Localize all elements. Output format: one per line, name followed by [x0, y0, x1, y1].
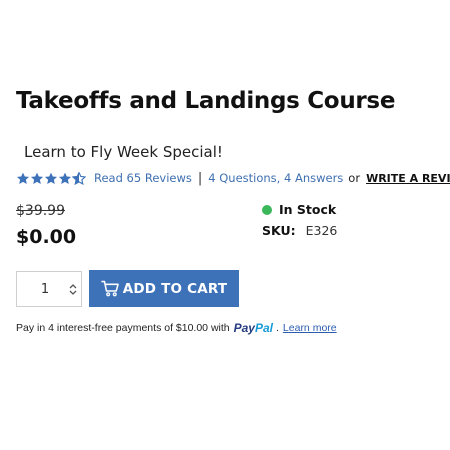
- paypal-period: .: [276, 322, 279, 334]
- original-price: $39.99: [16, 203, 65, 219]
- questions-answers-link[interactable]: 4 Questions, 4 Answers: [208, 171, 343, 185]
- add-to-cart-button[interactable]: ADD TO CART: [89, 270, 239, 307]
- cart-icon: [100, 280, 119, 297]
- quantity-stepper[interactable]: [16, 271, 82, 307]
- paypal-logo: PayPal: [233, 321, 273, 335]
- half-star-icon: [72, 171, 86, 185]
- stock-status: In Stock: [262, 202, 336, 217]
- product-title: Takeoffs and Landings Course: [16, 88, 396, 114]
- status-dot-icon: [262, 204, 272, 215]
- star-rating[interactable]: [16, 171, 86, 185]
- star-icon: [44, 172, 58, 184]
- learn-more-link[interactable]: Learn more: [283, 322, 337, 334]
- star-icon: [30, 172, 44, 184]
- review-summary: Read 65 Reviews | 4 Questions, 4 Answers…: [16, 170, 450, 186]
- star-icon: [58, 172, 72, 184]
- star-icon: [16, 172, 30, 184]
- link-separator: |: [197, 170, 203, 186]
- quantity-input[interactable]: [25, 281, 65, 297]
- product-subtitle: Learn to Fly Week Special!: [24, 143, 223, 161]
- read-reviews-link[interactable]: Read 65 Reviews: [94, 171, 192, 185]
- add-to-cart-label: ADD TO CART: [122, 280, 228, 297]
- sku: SKU: E326: [262, 223, 337, 238]
- or-text: or: [348, 171, 361, 185]
- stock-status-label: In Stock: [279, 202, 337, 217]
- spinner-arrows-icon[interactable]: [69, 283, 77, 296]
- sku-value: E326: [305, 223, 338, 238]
- paypal-installment-text: Pay in 4 interest-free payments of $10.0…: [16, 322, 230, 334]
- write-review-link[interactable]: WRITE A REVIEW: [366, 172, 450, 185]
- sku-label: SKU:: [262, 223, 296, 238]
- sale-price: $0.00: [16, 226, 77, 248]
- paypal-message: Pay in 4 interest-free payments of $10.0…: [16, 321, 337, 335]
